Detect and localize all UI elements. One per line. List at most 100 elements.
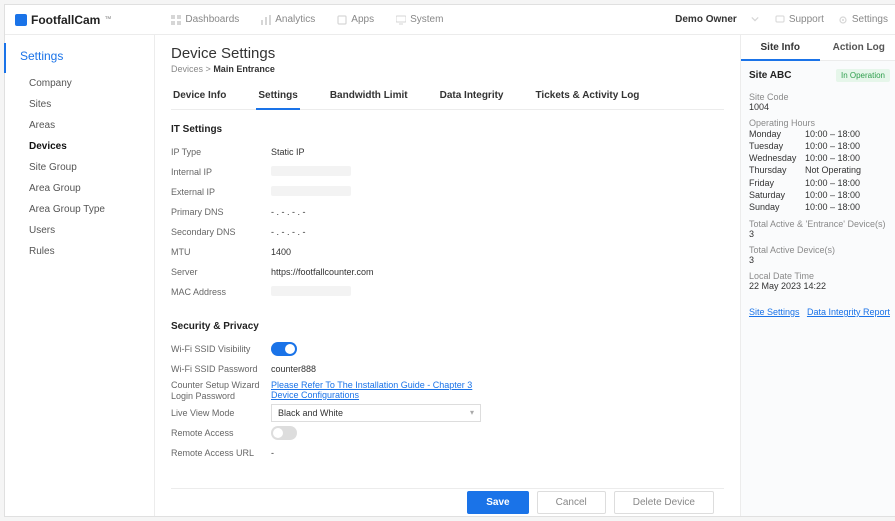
toggle-remote-access[interactable]: [271, 426, 297, 440]
hours-day: Saturday: [749, 189, 805, 201]
sidebar-item-area-group-type[interactable]: Area Group Type: [5, 199, 154, 220]
row-secondary-dns: Secondary DNS - . - . - . -: [171, 223, 724, 241]
hours-range: 10:00 – 18:00: [805, 177, 860, 189]
label-remote-url: Remote Access URL: [171, 448, 271, 458]
topbar: FootfallCam ™ Dashboards Analytics Apps: [5, 5, 895, 35]
row-external-ip: External IP: [171, 183, 724, 201]
tab-dashboards[interactable]: Dashboards: [171, 14, 239, 25]
row-internal-ip: Internal IP: [171, 163, 724, 181]
wizard-guide-link[interactable]: Please Refer To The Installation Guide -…: [271, 380, 491, 400]
site-name: Site ABC: [749, 70, 791, 81]
cancel-button[interactable]: Cancel: [537, 491, 606, 514]
right-panel-links: Site Settings Data Integrity Report: [749, 307, 890, 317]
local-datetime-value: 22 May 2023 14:22: [749, 281, 890, 291]
tab-apps[interactable]: Apps: [337, 14, 374, 25]
value-remote-access: [271, 426, 297, 440]
right-panel-body: Site ABC In Operation Site Code 1004 Ope…: [741, 61, 895, 325]
sidebar-item-site-group[interactable]: Site Group: [5, 157, 154, 178]
value-remote-url: -: [271, 448, 274, 458]
redacted-block: [271, 286, 351, 296]
breadcrumb: Devices > Main Entrance: [171, 64, 724, 74]
sidebar-item-areas[interactable]: Areas: [5, 115, 154, 136]
footer-actions: Save Cancel Delete Device: [171, 488, 724, 516]
dashboard-icon: [171, 15, 181, 25]
row-ip-type: IP Type Static IP: [171, 143, 724, 161]
tab-device-info[interactable]: Device Info: [171, 84, 228, 109]
breadcrumb-sep: >: [206, 64, 211, 74]
hours-row: Saturday10:00 – 18:00: [749, 189, 890, 201]
tab-bandwidth[interactable]: Bandwidth Limit: [328, 84, 410, 109]
toggle-ssid-visibility[interactable]: [271, 342, 297, 356]
value-ip-type: Static IP: [271, 147, 305, 157]
page-title: Device Settings: [171, 45, 724, 62]
value-server: https://footfallcounter.com: [271, 267, 374, 277]
select-live-view[interactable]: Black and White ▾: [271, 404, 481, 422]
row-primary-dns: Primary DNS - . - . - . -: [171, 203, 724, 221]
row-remote-access: Remote Access: [171, 424, 724, 442]
right-panel-tabs: Site Info Action Log: [741, 35, 895, 61]
support-link[interactable]: Support: [775, 14, 824, 25]
hours-range: 10:00 – 18:00: [805, 189, 860, 201]
settings-link[interactable]: Settings: [838, 14, 888, 25]
value-mtu: 1400: [271, 247, 291, 257]
breadcrumb-parent[interactable]: Devices: [171, 64, 203, 74]
user-dropdown-icon[interactable]: [751, 15, 761, 25]
total-active-label: Total Active Device(s): [749, 245, 890, 255]
value-wizard-password: Please Refer To The Installation Guide -…: [271, 380, 491, 400]
sidebar-item-users[interactable]: Users: [5, 220, 154, 241]
save-button[interactable]: Save: [467, 491, 528, 514]
tab-tickets[interactable]: Tickets & Activity Log: [534, 84, 642, 109]
label-ssid-visibility: Wi-Fi SSID Visibility: [171, 344, 271, 354]
redacted-block: [271, 186, 351, 196]
chevron-down-icon: ▾: [470, 408, 474, 417]
section-security: Security & Privacy: [171, 321, 724, 332]
tab-system[interactable]: System: [396, 14, 443, 25]
body: Settings Company Sites Areas Devices Sit…: [5, 35, 895, 516]
brand-name: FootfallCam: [31, 13, 100, 27]
sidebar-item-company[interactable]: Company: [5, 73, 154, 94]
value-live-view: Black and White ▾: [271, 404, 481, 422]
value-external-ip: [271, 186, 351, 198]
tab-action-log[interactable]: Action Log: [820, 35, 895, 61]
brand-logo[interactable]: FootfallCam ™: [15, 13, 111, 27]
tab-data-integrity[interactable]: Data Integrity: [438, 84, 506, 109]
label-server: Server: [171, 267, 271, 277]
hours-range: 10:00 – 18:00: [805, 201, 860, 213]
hours-row: ThursdayNot Operating: [749, 164, 890, 176]
data-integrity-report-link[interactable]: Data Integrity Report: [807, 307, 890, 317]
system-icon: [396, 15, 406, 25]
breadcrumb-current: Main Entrance: [213, 64, 275, 74]
hours-range: 10:00 – 18:00: [805, 128, 860, 140]
hours-range: 10:00 – 18:00: [805, 152, 860, 164]
current-user[interactable]: Demo Owner: [675, 14, 737, 25]
delete-device-button[interactable]: Delete Device: [614, 491, 714, 514]
tab-system-label: System: [410, 14, 443, 25]
row-mac: MAC Address: [171, 283, 724, 301]
gear-icon: [838, 15, 848, 25]
sidebar-item-rules[interactable]: Rules: [5, 241, 154, 262]
brand-icon: [15, 14, 27, 26]
settings-label: Settings: [852, 14, 888, 25]
total-entrance-value: 3: [749, 229, 890, 239]
hours-day: Sunday: [749, 201, 805, 213]
sidebar-item-sites[interactable]: Sites: [5, 94, 154, 115]
value-ssid-visibility: [271, 342, 297, 356]
sidebar-item-area-group[interactable]: Area Group: [5, 178, 154, 199]
tab-dashboards-label: Dashboards: [185, 14, 239, 25]
brand-tm: ™: [104, 16, 111, 23]
value-mac: [271, 286, 351, 298]
tab-analytics[interactable]: Analytics: [261, 14, 315, 25]
tab-apps-label: Apps: [351, 14, 374, 25]
tab-site-info[interactable]: Site Info: [741, 35, 820, 61]
row-mtu: MTU 1400: [171, 243, 724, 261]
center-pane: Device Settings Devices > Main Entrance …: [155, 35, 740, 516]
label-wizard-password: Counter Setup Wizard Login Password: [171, 380, 271, 402]
row-wizard-password: Counter Setup Wizard Login Password Plea…: [171, 380, 724, 402]
content-scroll[interactable]: IT Settings IP Type Static IP Internal I…: [171, 122, 724, 488]
site-header-row: Site ABC In Operation: [749, 69, 890, 82]
site-settings-link[interactable]: Site Settings: [749, 307, 800, 317]
hours-label: Operating Hours: [749, 118, 890, 128]
label-ip-type: IP Type: [171, 147, 271, 157]
tab-settings[interactable]: Settings: [256, 84, 299, 109]
sidebar-item-devices[interactable]: Devices: [5, 136, 154, 157]
